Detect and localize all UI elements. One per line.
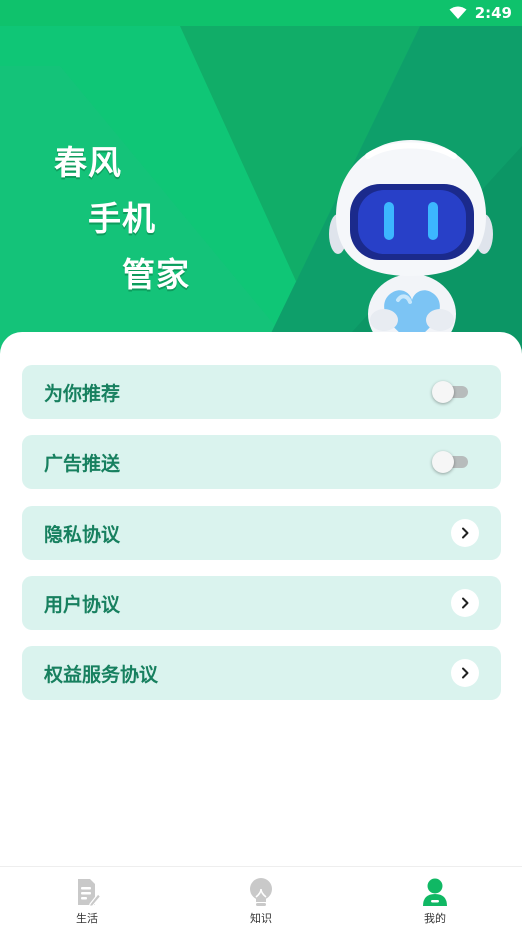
bottom-nav: 生活 知识 我的 xyxy=(0,866,522,930)
settings-card: 为你推荐 广告推送 隐私协议 用户协议 权益服务协议 xyxy=(0,332,522,872)
menu-item-label: 用户协议 xyxy=(44,593,121,616)
chevron-right-icon[interactable] xyxy=(451,589,479,617)
menu-item-ad-push[interactable]: 广告推送 xyxy=(22,435,501,489)
wifi-icon xyxy=(449,6,467,19)
chevron-right-icon[interactable] xyxy=(451,659,479,687)
chevron-right-icon[interactable] xyxy=(451,519,479,547)
menu-item-label: 隐私协议 xyxy=(44,523,121,546)
recommend-toggle[interactable] xyxy=(432,381,468,403)
menu-item-label: 权益服务协议 xyxy=(44,663,159,686)
person-icon xyxy=(423,878,447,906)
status-bar: 2:49 xyxy=(0,0,522,26)
slogan-line-1: 春风 xyxy=(54,143,122,182)
menu-item-user-agreement[interactable]: 用户协议 xyxy=(22,576,501,630)
menu-item-privacy-policy[interactable]: 隐私协议 xyxy=(22,506,501,560)
hero-banner: 春风 手机 管家 xyxy=(0,26,522,356)
slogan-line-3: 管家 xyxy=(122,255,190,294)
menu-item-recommend[interactable]: 为你推荐 xyxy=(22,365,501,419)
slogan-line-2: 手机 xyxy=(88,199,156,238)
lightbulb-icon xyxy=(250,878,272,906)
ad-push-toggle[interactable] xyxy=(432,451,468,473)
nav-label: 我的 xyxy=(424,912,446,925)
status-time: 2:49 xyxy=(474,4,512,22)
robot-mascot xyxy=(329,140,493,356)
nav-label: 知识 xyxy=(250,912,272,925)
nav-tab-life[interactable]: 生活 xyxy=(0,867,174,930)
document-edit-icon xyxy=(78,879,101,908)
menu-item-rights-service-agreement[interactable]: 权益服务协议 xyxy=(22,646,501,700)
nav-label: 生活 xyxy=(76,912,98,925)
nav-tab-knowledge[interactable]: 知识 xyxy=(174,867,348,930)
nav-tab-mine[interactable]: 我的 xyxy=(348,867,522,930)
